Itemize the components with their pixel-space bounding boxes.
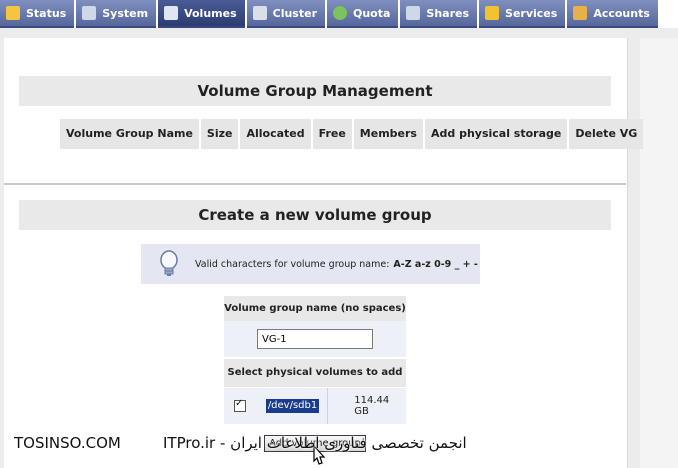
watermark-right: ITPro.ir - انجمن تخصصی فناوری اطلاعات ای… bbox=[163, 434, 467, 452]
main-panel: Volume Group Management Volume Group Nam… bbox=[4, 38, 644, 468]
cluster-icon bbox=[252, 6, 267, 20]
pv-checkbox[interactable] bbox=[234, 398, 246, 412]
tab-services[interactable]: Services bbox=[479, 0, 566, 28]
tab-status[interactable]: Status bbox=[0, 0, 75, 28]
top-nav-tabs: Status System Volumes Cluster Quota Shar… bbox=[0, 0, 678, 28]
tab-label: Status bbox=[26, 6, 67, 20]
vg-name-input[interactable] bbox=[257, 329, 373, 349]
vg-name-label: Volume group name (no spaces) bbox=[224, 296, 406, 321]
tab-system[interactable]: System bbox=[76, 0, 157, 28]
create-vg-form: Volume group name (no spaces) Select phy… bbox=[224, 296, 406, 424]
pv-device: /dev/sdb1 bbox=[265, 399, 320, 413]
col-free: Free bbox=[312, 119, 352, 149]
note-valid-chars: A-Z a-z 0-9 _ + - bbox=[393, 258, 478, 270]
system-icon bbox=[82, 6, 97, 20]
lightbulb-icon bbox=[160, 250, 178, 276]
pv-select-label: Select physical volumes to add bbox=[224, 359, 406, 387]
tab-label: Services bbox=[505, 6, 558, 20]
tab-shares[interactable]: Shares bbox=[400, 0, 478, 28]
tab-label: Volumes bbox=[184, 6, 237, 20]
volumes-icon bbox=[164, 6, 179, 20]
tab-label: Shares bbox=[426, 6, 470, 20]
col-size: Size bbox=[200, 119, 239, 149]
tab-label: Quota bbox=[353, 6, 391, 20]
tab-volumes[interactable]: Volumes bbox=[158, 0, 245, 28]
tab-label: Cluster bbox=[272, 6, 317, 20]
tab-label: System bbox=[102, 6, 149, 20]
vg-name-row bbox=[224, 321, 406, 357]
shares-icon bbox=[406, 6, 421, 20]
col-add-physical-storage: Add physical storage bbox=[424, 119, 568, 149]
tab-quota[interactable]: Quota bbox=[327, 0, 399, 28]
right-margin bbox=[640, 38, 678, 468]
pv-size: 114.44 GB bbox=[354, 395, 390, 417]
cell-divider bbox=[327, 388, 329, 424]
vg-management-title: Volume Group Management bbox=[19, 76, 611, 106]
tab-accounts[interactable]: Accounts bbox=[567, 0, 658, 28]
services-icon bbox=[485, 6, 500, 20]
status-icon bbox=[6, 6, 20, 20]
col-members: Members bbox=[353, 119, 423, 149]
accounts-icon bbox=[573, 6, 588, 20]
col-allocated: Allocated bbox=[240, 119, 311, 149]
watermark-left: TOSINSO.COM bbox=[14, 434, 121, 452]
tab-label: Accounts bbox=[593, 6, 650, 20]
tab-cluster[interactable]: Cluster bbox=[246, 0, 325, 28]
col-delete-vg: Delete VG bbox=[569, 119, 644, 149]
quota-icon bbox=[333, 6, 347, 20]
info-note: Valid characters for volume group name: … bbox=[141, 244, 480, 284]
vg-table-header: Volume Group Name Size Allocated Free Me… bbox=[60, 119, 645, 149]
section-divider bbox=[4, 183, 626, 185]
note-text: Valid characters for volume group name: bbox=[195, 258, 390, 270]
pv-row: /dev/sdb1 114.44 GB bbox=[224, 388, 406, 424]
create-vg-title: Create a new volume group bbox=[19, 200, 611, 230]
col-volume-group-name: Volume Group Name bbox=[60, 119, 199, 149]
